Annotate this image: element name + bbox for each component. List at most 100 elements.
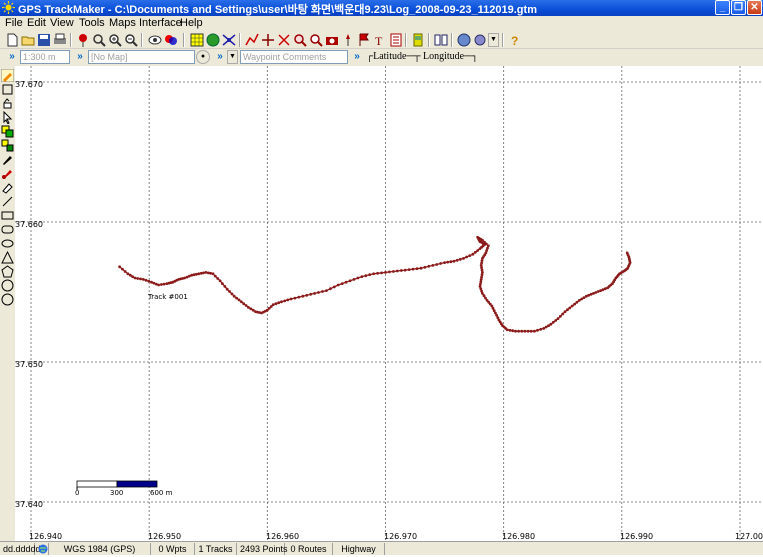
map-svg[interactable] [15, 66, 763, 541]
rounded-rect-tool-icon[interactable] [1, 223, 14, 236]
track-point [368, 273, 372, 277]
color-icon[interactable] [163, 32, 179, 48]
coord-arrow-button[interactable]: » [350, 50, 364, 64]
book-icon[interactable] [433, 32, 449, 48]
track-point [157, 283, 161, 287]
move-icon[interactable] [1, 139, 14, 152]
pentagon-tool-icon[interactable] [1, 265, 14, 278]
gps-receiver-icon[interactable] [410, 32, 426, 48]
menu-help[interactable]: Help [180, 17, 203, 29]
camera-icon[interactable] [324, 32, 340, 48]
line-tool-icon[interactable] [1, 195, 14, 208]
rectangle-tool-icon[interactable] [1, 209, 14, 222]
latitude-label: Latitude [373, 51, 407, 62]
track-point [482, 294, 486, 298]
zoom-out-icon[interactable] [123, 32, 139, 48]
track-point [160, 283, 163, 286]
map-circle-button[interactable]: ● [196, 50, 210, 64]
track-point [118, 265, 121, 269]
route-tool-icon[interactable] [260, 32, 276, 48]
scale-field[interactable]: 1:300 m [20, 50, 70, 64]
pen-icon[interactable] [1, 153, 14, 166]
map-canvas[interactable]: 37.670 37.660 37.650 37.640 126.940 126.… [15, 66, 763, 541]
zoom-in-icon[interactable] [107, 32, 123, 48]
scale-arrow-button[interactable]: » [5, 50, 19, 64]
open-folder-icon[interactable] [20, 32, 36, 48]
help-icon[interactable]: ? [507, 32, 523, 48]
mode-status: Highway [333, 543, 385, 555]
track-point [559, 314, 562, 318]
delete-track-icon[interactable] [276, 32, 292, 48]
track-point [486, 246, 489, 250]
zoom-window-icon[interactable] [91, 32, 107, 48]
circle-tool-icon[interactable] [1, 293, 14, 306]
track-point [131, 275, 134, 278]
track-point [197, 272, 201, 276]
waypoint-icon[interactable] [340, 32, 356, 48]
menu-interface[interactable]: Interface [139, 17, 182, 29]
brush-icon[interactable] [1, 167, 14, 180]
menu-bar: File Edit View Tools Maps Interface Help [0, 16, 763, 31]
track-001-path[interactable] [119, 235, 631, 332]
track-point [561, 312, 565, 316]
multi-select-icon[interactable] [1, 125, 14, 138]
track-point [568, 306, 572, 310]
eraser-icon[interactable] [1, 181, 14, 194]
track-point [505, 328, 509, 332]
preferences-icon[interactable] [472, 32, 488, 48]
pin-icon[interactable] [75, 32, 91, 48]
track-point [419, 266, 423, 270]
preferences-dropdown[interactable]: ▼ [488, 33, 499, 47]
lon-label-7: 127.000 [735, 532, 763, 541]
minimize-button[interactable]: _ [715, 0, 730, 15]
new-file-icon[interactable] [4, 32, 20, 48]
track-point [317, 291, 320, 294]
menu-maps[interactable]: Maps [109, 17, 136, 29]
waypoint-dropdown[interactable]: ▼ [227, 50, 238, 64]
hand-pan-icon[interactable] [1, 97, 14, 110]
map-arrow-button[interactable]: » [73, 50, 87, 64]
eye-icon[interactable] [147, 32, 163, 48]
waypoint-comments-field[interactable]: Waypoint Comments [240, 50, 348, 64]
menu-view[interactable]: View [50, 17, 74, 29]
waypoint-arrow-button[interactable]: » [213, 50, 227, 64]
pointer-icon[interactable] [1, 111, 14, 124]
ellipse-tool-icon[interactable] [1, 237, 14, 250]
pencil-edit-icon[interactable] [1, 69, 14, 82]
toolbar-separator [502, 33, 504, 47]
lon-label-3: 126.960 [266, 532, 300, 541]
list-icon[interactable] [388, 32, 404, 48]
print-icon[interactable] [52, 32, 68, 48]
triangle-tool-icon[interactable] [1, 251, 14, 264]
track-point [473, 250, 477, 254]
map-select-field[interactable]: [No Map] [88, 50, 195, 64]
track-point [380, 271, 383, 275]
track-point [183, 276, 187, 280]
track-point [495, 313, 498, 317]
menu-edit[interactable]: Edit [27, 17, 46, 29]
track-001-points [118, 236, 632, 333]
maximize-button[interactable]: ❐ [731, 0, 746, 15]
menu-file[interactable]: File [5, 17, 23, 29]
find-icon[interactable] [308, 32, 324, 48]
network-icon[interactable] [221, 32, 237, 48]
zoom-track-icon[interactable] [292, 32, 308, 48]
globe-icon[interactable] [205, 32, 221, 48]
track-point [123, 270, 127, 273]
select-rectangle-icon[interactable] [1, 83, 14, 96]
track-point [511, 329, 515, 333]
save-icon[interactable] [36, 32, 52, 48]
close-button[interactable]: ✕ [747, 0, 762, 15]
grid-icon[interactable] [189, 32, 205, 48]
transfer-icon[interactable] [456, 32, 472, 48]
hexagon-tool-icon[interactable] [1, 279, 14, 292]
track-point [348, 279, 352, 283]
track-point [216, 277, 220, 280]
track-point [336, 283, 340, 287]
track-tool-icon[interactable] [244, 32, 260, 48]
menu-tools[interactable]: Tools [79, 17, 105, 29]
track-point [603, 287, 607, 291]
track-point [221, 282, 224, 285]
waypoint-flag-icon[interactable] [356, 32, 372, 48]
text-tool-icon[interactable]: T [372, 32, 388, 48]
